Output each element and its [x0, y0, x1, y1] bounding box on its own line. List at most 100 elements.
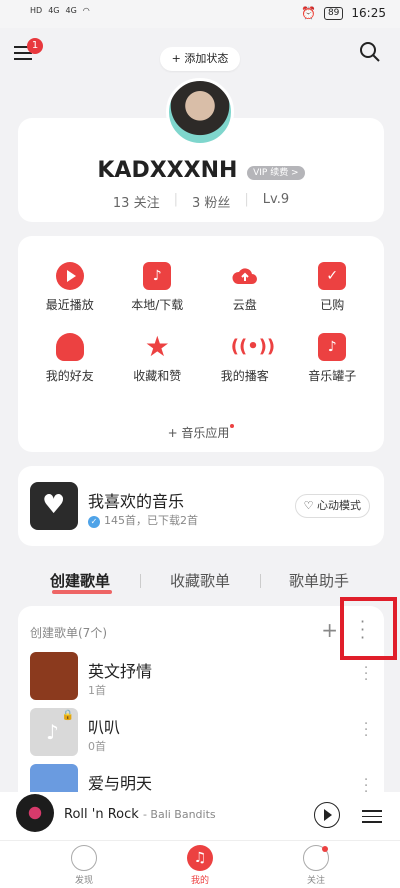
wifi-icon: ◠: [82, 6, 90, 15]
grid-item-purchased[interactable]: ✓ 已购: [289, 262, 377, 313]
tab-created-playlists[interactable]: 创建歌单: [50, 570, 110, 591]
liked-music-title: 我喜欢的音乐: [88, 492, 185, 511]
friends-icon: [55, 333, 84, 361]
notification-dot: [322, 846, 328, 852]
battery-level: 89: [323, 6, 344, 20]
add-playlist-icon[interactable]: +: [321, 618, 338, 642]
username-row: KADXXXNH VIP 续费 >: [18, 158, 384, 183]
divider: [140, 574, 141, 588]
followers-count[interactable]: 3 粉丝: [192, 192, 230, 211]
grid-item-label: 我的好友: [45, 369, 94, 383]
profile-stats: 13 关注 | 3 粉丝 | Lv.9: [18, 192, 384, 211]
grid-item-label: 云盘: [232, 298, 257, 312]
network-indicators: HD 4G 4G ◠: [30, 6, 90, 15]
nav-discover[interactable]: 发现: [54, 845, 114, 886]
playlist-name: 爱与明天: [88, 774, 153, 793]
bottom-nav: 发现 ♫ 我的 关注: [0, 840, 400, 888]
vip-renew-badge[interactable]: VIP 续费 >: [247, 165, 305, 180]
song-title: Roll 'n Rock: [64, 807, 139, 822]
highlight-box: [340, 597, 397, 660]
grid-item-music-jar[interactable]: ♪ 音乐罐子: [289, 333, 377, 384]
status-bar: HD 4G 4G ◠ ⏰ 89 16:25: [0, 0, 400, 28]
grid-item-label: 最近播放: [45, 298, 94, 312]
tab-playlist-assistant[interactable]: 歌单助手: [289, 570, 349, 591]
playlist-queue-icon[interactable]: [362, 806, 382, 827]
play-icon: [324, 809, 332, 821]
music-jar-icon: ♪: [318, 333, 347, 361]
song-artist: - Bali Bandits: [142, 808, 216, 821]
play-button[interactable]: [314, 802, 340, 828]
alarm-icon: ⏰: [301, 6, 316, 20]
playlist-name: 叭叭: [88, 718, 121, 737]
star-icon: ★: [144, 330, 170, 363]
playlist-cover: ♪ 🔒: [30, 708, 78, 756]
grid-item-favorites[interactable]: ★ 收藏和赞: [114, 333, 202, 384]
playlist-tabs: 创建歌单 收藏歌单 歌单助手: [0, 570, 400, 594]
add-status-button[interactable]: + 添加状态: [160, 47, 240, 71]
divider: |: [244, 192, 249, 207]
album-disc[interactable]: [16, 794, 54, 832]
menu-button[interactable]: 1: [14, 38, 43, 64]
playlist-row[interactable]: ♪ 🔒 叭叭 0首 · · ·: [30, 708, 370, 756]
playlist-count: 1首: [88, 684, 106, 697]
playlist-name: 英文抒情: [88, 662, 153, 681]
search-icon[interactable]: [358, 40, 382, 64]
grid-item-recent[interactable]: 最近播放: [26, 262, 114, 313]
playlist-count: 0首: [88, 740, 106, 753]
lock-icon: 🔒: [61, 710, 74, 721]
grid-item-label: 本地/下载: [131, 298, 184, 312]
nav-following[interactable]: 关注: [286, 845, 346, 886]
grid-item-cloud[interactable]: 云盘: [201, 262, 289, 313]
grid-item-label: 收藏和赞: [133, 369, 182, 383]
person-icon: [303, 845, 329, 871]
liked-music-card[interactable]: ♥ 我喜欢的音乐 ✓ 145首，已下载2首 ♡ 心动模式: [18, 466, 384, 546]
playlist-card: 创建歌单(7个) + · · · 英文抒情 1首 · · · ♪ 🔒 叭叭 0首 · · ·…: [18, 606, 384, 806]
check-icon: ✓: [88, 516, 100, 528]
music-apps-button[interactable]: + 音乐应用: [18, 424, 384, 441]
liked-music-cover: ♥: [30, 482, 78, 530]
grid-item-podcast[interactable]: ((•)) 我的播客: [201, 333, 289, 384]
divider: [260, 574, 261, 588]
network-4g-1: 4G: [48, 6, 60, 15]
cloud-upload-icon: [231, 262, 259, 290]
clock: 16:25: [351, 6, 386, 20]
heart-mode-label: 心动模式: [317, 499, 361, 512]
notification-dot: [230, 424, 235, 428]
grid-item-label: 音乐罐子: [308, 369, 357, 383]
broadcast-icon: ((•)): [230, 336, 276, 357]
network-hd: HD: [30, 6, 43, 15]
liked-music-count: 145首，已下载2首: [104, 514, 198, 527]
bag-icon: ✓: [318, 262, 347, 290]
liked-music-subtitle: ✓ 145首，已下载2首: [88, 512, 198, 528]
avatar[interactable]: [166, 78, 234, 146]
username[interactable]: KADXXXNH: [97, 158, 237, 183]
function-grid: 最近播放 ♪ 本地/下载 云盘 ✓ 已购 我的好友 ★ 收藏和赞 ((•)) 我…: [26, 262, 376, 384]
heart-mode-button[interactable]: ♡ 心动模式: [294, 494, 370, 518]
play-icon: [55, 262, 84, 290]
level-badge[interactable]: Lv.9: [263, 192, 289, 211]
music-apps-label: + 音乐应用: [167, 426, 230, 440]
playlist-more-icon[interactable]: ···: [364, 718, 370, 743]
playlist-row[interactable]: 英文抒情 1首 · · ·: [30, 652, 370, 700]
playlist-more-icon[interactable]: ···: [364, 662, 370, 687]
nav-mine[interactable]: ♫ 我的: [170, 845, 230, 886]
playlist-cover: [30, 652, 78, 700]
discover-icon: [71, 845, 97, 871]
music-note-icon: ♪: [46, 720, 59, 744]
music-icon: ♫: [187, 845, 213, 871]
grid-item-friends[interactable]: 我的好友: [26, 333, 114, 384]
function-grid-card: 最近播放 ♪ 本地/下载 云盘 ✓ 已购 我的好友 ★ 收藏和赞 ((•)) 我…: [18, 236, 384, 452]
music-note-icon: ♫: [193, 850, 207, 866]
mini-player[interactable]: Roll 'n Rock - Bali Bandits: [0, 792, 400, 840]
nav-label: 发现: [74, 876, 93, 886]
nav-label: 关注: [306, 876, 325, 886]
tab-collected-playlists[interactable]: 收藏歌单: [170, 570, 230, 591]
network-4g-2: 4G: [65, 6, 77, 15]
heart-icon: ♥: [42, 490, 66, 520]
now-playing[interactable]: Roll 'n Rock - Bali Bandits: [64, 807, 216, 822]
grid-item-local-download[interactable]: ♪ 本地/下载: [114, 262, 202, 313]
divider: |: [173, 192, 178, 207]
following-count[interactable]: 13 关注: [113, 192, 160, 211]
playlist-section-header: 创建歌单(7个): [30, 626, 107, 640]
menu-badge: 1: [27, 38, 43, 54]
